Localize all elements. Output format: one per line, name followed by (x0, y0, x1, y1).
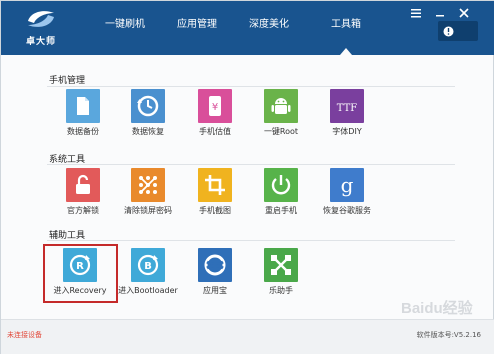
tool-enter-bootloader[interactable]: B 进入Bootloader (116, 248, 180, 310)
nav-flash[interactable]: 一键刷机 (95, 1, 155, 55)
phone-value-icon: ¥ (198, 89, 232, 123)
tool-app-store[interactable]: 应用宝 (183, 248, 247, 310)
minimize-button[interactable] (433, 7, 447, 19)
google-icon: g (330, 168, 364, 202)
power-restart-icon (264, 168, 298, 202)
tool-phone-value[interactable]: ¥ 手机估值 (183, 89, 247, 151)
data-restore-icon (131, 89, 165, 123)
unlock-icon (66, 168, 100, 202)
version-text: 软件版本号:V5.2.16 (416, 331, 481, 339)
android-root-icon (264, 89, 298, 123)
app-logo: 卓大师 (15, 7, 67, 51)
svg-text:g: g (341, 173, 354, 197)
font-ttf-icon: TTF (330, 89, 364, 123)
svg-text:R: R (76, 261, 84, 272)
data-backup-icon (66, 89, 100, 123)
close-button[interactable] (457, 7, 471, 19)
menu-icon (411, 9, 421, 18)
svg-text:¥: ¥ (212, 102, 218, 113)
bootloader-icon: B (131, 248, 165, 282)
title-bar: 卓大师 一键刷机 应用管理 深度美化 工具箱 (1, 1, 494, 55)
app-store-icon (198, 248, 232, 282)
tool-official-unlock[interactable]: 官方解锁 (51, 168, 115, 230)
nav-beautify[interactable]: 深度美化 (239, 1, 299, 55)
tool-le-helper[interactable]: 乐助手 (249, 248, 313, 310)
tool-data-restore[interactable]: 数据恢复 (116, 89, 180, 151)
tool-enter-recovery[interactable]: R 进入Recovery (48, 248, 112, 310)
logo-text: 卓大师 (25, 37, 56, 47)
connection-status: 未连接设备 (7, 331, 42, 339)
section-title-phone-manage: 手机管理 (49, 76, 86, 86)
recovery-icon: R (63, 248, 97, 282)
device-button[interactable] (438, 21, 478, 41)
tool-label: 恢复谷歌服务 (323, 206, 371, 215)
tool-one-key-root[interactable]: 一键Root (249, 89, 313, 151)
active-tab-indicator (317, 45, 375, 55)
tool-restart-phone[interactable]: 重启手机 (249, 168, 313, 230)
minimize-icon (436, 15, 444, 17)
app-window: 卓大师 一键刷机 应用管理 深度美化 工具箱 手机管理 数据备份 数据恢复 ¥ … (0, 0, 494, 354)
section-divider (47, 164, 455, 165)
clear-lock-icon (131, 168, 165, 202)
tool-clear-lock-password[interactable]: 清除锁屏密码 (116, 168, 180, 230)
device-status-icon (443, 26, 454, 37)
tool-label: 乐助手 (269, 286, 293, 295)
section-divider (47, 86, 455, 87)
tool-font-diy[interactable]: TTF 字体DIY (315, 89, 379, 151)
logo-icon (28, 11, 54, 27)
tool-label: 字体DIY (332, 127, 362, 136)
tool-data-backup[interactable]: 数据备份 (51, 89, 115, 151)
nav-app-manage[interactable]: 应用管理 (167, 1, 227, 55)
tool-restore-google-services[interactable]: g 恢复谷歌服务 (315, 168, 379, 230)
svg-text:B: B (144, 261, 152, 272)
status-bar: 未连接设备 软件版本号:V5.2.16 (1, 319, 494, 354)
menu-button[interactable] (409, 7, 423, 19)
close-icon (459, 8, 469, 18)
crop-screenshot-icon (198, 168, 232, 202)
section-divider (47, 240, 455, 241)
helper-icon (264, 248, 298, 282)
tool-phone-screenshot[interactable]: 手机截图 (183, 168, 247, 230)
svg-text:TTF: TTF (337, 103, 358, 114)
